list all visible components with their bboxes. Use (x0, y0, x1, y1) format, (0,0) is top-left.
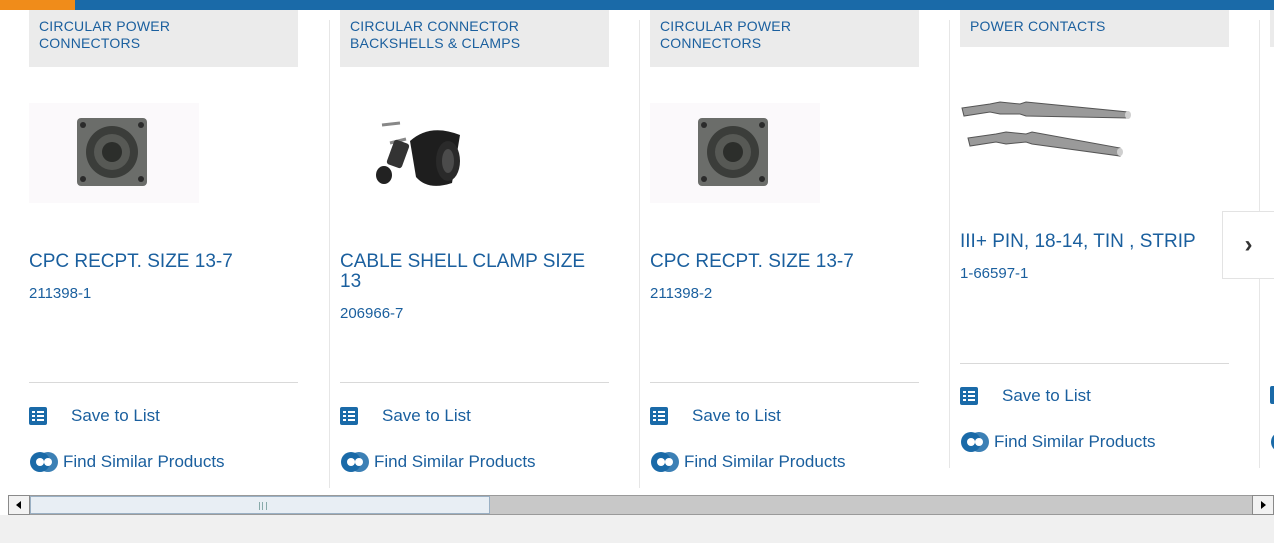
find-similar-button[interactable]: Find Similar Products (29, 450, 225, 474)
find-similar-button[interactable]: Find Similar Products (960, 430, 1156, 454)
save-to-list-label: Save to List (71, 406, 160, 425)
card-divider (329, 20, 330, 488)
product-card: CIRCULAR CONNECTOR BACKSHELLS & CLAMPS C… (329, 10, 609, 488)
cable-clamp-image[interactable] (340, 103, 609, 203)
card-divider (949, 20, 950, 468)
carousel-next-button[interactable]: › (1222, 211, 1274, 279)
orange-accent (0, 0, 75, 10)
scrollbar-grip-icon (259, 502, 267, 510)
product-part-number[interactable]: 211398-2 (650, 285, 712, 302)
checklist-icon (960, 387, 978, 405)
find-similar-icon (341, 452, 369, 472)
find-similar-label: Find Similar Products (374, 452, 536, 471)
find-similar-label: Find Similar Products (994, 432, 1156, 451)
card-divider (639, 20, 640, 488)
pin-contacts-image[interactable] (960, 90, 1229, 190)
card-separator (650, 382, 919, 383)
find-similar-icon (1271, 434, 1274, 450)
save-to-list-label: Save to List (692, 406, 781, 425)
find-similar-label: Find Similar Products (63, 452, 225, 471)
product-card: POWER CONTACTS III+ PIN, 18-14, TIN , ST… (949, 10, 1229, 488)
scroll-right-arrow-icon[interactable] (1252, 495, 1274, 515)
find-similar-icon (651, 452, 679, 472)
product-category[interactable]: POWER CONTACTS (960, 10, 1229, 47)
find-similar-label: Find Similar Products (684, 452, 846, 471)
find-similar-button[interactable] (1270, 430, 1274, 454)
save-to-list-button[interactable]: Save to List (960, 386, 1091, 406)
product-title[interactable]: CPC RECPT. SIZE 13-7 (29, 252, 298, 272)
find-similar-button[interactable]: Find Similar Products (650, 450, 846, 474)
product-part-number[interactable]: 211398-1 (29, 285, 91, 302)
product-part-number[interactable]: 1-66597-1 (960, 265, 1028, 282)
circular-connector-image[interactable] (650, 103, 919, 203)
product-title[interactable]: CABLE SHELL CLAMP SIZE 13 (340, 252, 605, 292)
save-to-list-button[interactable]: Save to List (340, 406, 471, 426)
checklist-icon (1270, 386, 1274, 404)
product-card: CIRCULAR POWER CONNECTORS CPC RECPT. SIZ… (29, 10, 298, 488)
product-title[interactable]: CPC RECPT. SIZE 13-7 (650, 252, 919, 272)
card-separator (340, 382, 609, 383)
product-category[interactable]: CIRCULAR POWER CONNECTORS (650, 10, 919, 67)
save-to-list-button[interactable]: Save to List (650, 406, 781, 426)
scroll-left-arrow-icon[interactable] (8, 495, 30, 515)
card-separator (29, 382, 298, 383)
card-separator (960, 363, 1229, 364)
product-carousel: CIRCULAR POWER CONNECTORS CPC RECPT. SIZ… (0, 10, 1274, 488)
find-similar-icon (30, 452, 58, 472)
product-category[interactable]: CIRCULAR CONNECTOR BACKSHELLS & CLAMPS (340, 10, 609, 67)
product-category[interactable] (1270, 10, 1274, 47)
product-title[interactable]: III+ PIN, 18-14, TIN , STRIP (960, 232, 1229, 252)
save-to-list-label: Save to List (382, 406, 471, 425)
save-to-list-button[interactable] (1270, 386, 1274, 404)
find-similar-button[interactable]: Find Similar Products (340, 450, 536, 474)
circular-connector-image[interactable] (29, 103, 298, 203)
checklist-icon (29, 407, 47, 425)
save-to-list-label: Save to List (1002, 386, 1091, 405)
checklist-icon (340, 407, 358, 425)
horizontal-scrollbar[interactable] (8, 495, 1274, 515)
find-similar-icon (961, 432, 989, 452)
page-footer-area (0, 515, 1274, 543)
top-accent-bar (0, 0, 1274, 10)
scrollbar-track[interactable] (30, 495, 1252, 515)
checklist-icon (650, 407, 668, 425)
chevron-right-icon: › (1244, 231, 1253, 258)
product-part-number[interactable]: 206966-7 (340, 305, 403, 322)
product-category[interactable]: CIRCULAR POWER CONNECTORS (29, 10, 298, 67)
product-card: CIRCULAR POWER CONNECTORS CPC RECPT. SIZ… (639, 10, 919, 488)
save-to-list-button[interactable]: Save to List (29, 406, 160, 426)
scrollbar-thumb[interactable] (30, 496, 490, 514)
